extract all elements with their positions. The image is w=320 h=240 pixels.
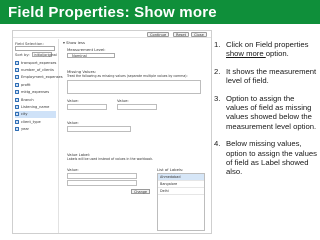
note-text: Click on Field properties show more opti… — [226, 40, 318, 59]
value-label-hint: Labels will be used instead of values in… — [67, 157, 154, 161]
field-name: client_type — [21, 119, 41, 124]
field-properties-screenshot: Continue Reset Close Field Selection: So… — [12, 30, 212, 234]
note-item: 4. Below missing values, option to assig… — [214, 139, 318, 177]
field-icon — [15, 112, 19, 117]
note-text-part: Click on Field properties — [226, 40, 309, 49]
field-item[interactable]: transport_expenses — [15, 59, 56, 66]
field-item[interactable]: client_type — [15, 118, 56, 125]
properties-panel: ▾ Show less Measurement Level: Nominal M… — [61, 40, 211, 233]
field-name: Branch — [21, 97, 34, 102]
field-name: mktg_expenses — [21, 90, 50, 95]
note-item: 2. It shows the measurement level of fie… — [214, 67, 318, 86]
value-label-1: Value: — [67, 98, 79, 103]
note-number: 3. — [214, 93, 221, 103]
note-item: 1. Click on Field properties show more o… — [214, 40, 318, 59]
field-icon — [15, 75, 19, 80]
value-label-2: Value: — [117, 98, 129, 103]
measurement-level-select[interactable]: Nominal — [67, 53, 115, 58]
dialog-toolbar: Continue Reset Close — [13, 31, 211, 38]
note-item: 3. Option to assign the values of field … — [214, 94, 318, 132]
note-text: It shows the measurement level of field. — [226, 66, 317, 86]
values-label: Value: — [67, 120, 79, 125]
instruction-notes: 1. Click on Field properties show more o… — [214, 40, 318, 185]
show-less-link[interactable]: ▾ Show less — [63, 40, 85, 45]
reset-button[interactable]: Reset — [173, 32, 190, 37]
field-name: profit — [21, 82, 31, 87]
field-search-input[interactable] — [15, 46, 55, 51]
field-icon — [15, 68, 19, 73]
field-name: Listening_name — [21, 105, 50, 110]
missing-values-hint: Treat the following as missing values (s… — [67, 74, 188, 78]
note-number: 2. — [214, 66, 221, 76]
note-text-part: option. — [265, 49, 289, 59]
field-icon — [15, 82, 19, 87]
label-list-item[interactable]: Delhi — [158, 188, 204, 195]
sort-by-label: Sort by: — [15, 52, 30, 57]
note-number: 4. — [214, 139, 221, 149]
change-button[interactable]: Change — [131, 189, 150, 194]
show-more-link-text: show more — [226, 49, 266, 59]
field-item[interactable]: year — [15, 126, 56, 133]
field-name: year — [21, 127, 30, 132]
sort-by-select[interactable]: initial/original — [31, 52, 57, 57]
note-text: Option to assign the values of field as … — [226, 93, 317, 131]
missing-values-input[interactable] — [67, 80, 201, 94]
measurement-level-label: Measurement Level: — [67, 47, 106, 52]
label-list-item[interactable]: Bangalore — [158, 181, 204, 188]
label-list-item[interactable]: Ahmedabad — [158, 174, 204, 181]
show-less-label: Show less — [66, 40, 85, 45]
field-name: city — [21, 112, 28, 117]
field-name: number_of_clients — [21, 68, 54, 73]
field-item[interactable]: Listening_name — [15, 103, 56, 110]
field-icon — [15, 90, 19, 95]
field-item-selected[interactable]: city — [15, 110, 56, 119]
field-icon — [15, 97, 19, 102]
field-icon — [15, 60, 19, 65]
note-number: 1. — [214, 40, 221, 49]
list-of-labels-label: List of Labels: — [157, 167, 184, 172]
note-text: Below missing values, option to assign t… — [226, 139, 318, 177]
values-input[interactable] — [67, 126, 131, 132]
value-to-input[interactable] — [117, 104, 157, 110]
field-item[interactable]: profit — [15, 81, 56, 88]
field-item[interactable]: Employment_expenses — [15, 74, 63, 81]
field-name: transport_expenses — [21, 60, 57, 65]
sort-by-row: Sort by: initial/original — [15, 52, 57, 57]
field-item[interactable]: number_of_clients — [15, 66, 56, 73]
value-from-input[interactable] — [67, 104, 107, 110]
field-icon — [15, 127, 19, 132]
title-bar: Field Properties: Show more — [0, 0, 320, 24]
field-item[interactable]: mktg_expenses — [15, 89, 56, 96]
label-list: Ahmedabad Bangalore Delhi — [157, 173, 205, 231]
field-item[interactable]: Branch — [15, 96, 56, 103]
slide-title: Field Properties: Show more — [8, 3, 217, 21]
label-value-input[interactable] — [67, 173, 137, 179]
continue-button[interactable]: Continue — [147, 32, 170, 37]
label-text-input[interactable] — [67, 180, 137, 186]
close-button[interactable]: Close — [191, 32, 207, 37]
field-name: Employment_expenses — [21, 75, 63, 80]
value-column-label: Value: — [67, 167, 79, 172]
field-list: transport_expenses number_of_clients Emp… — [15, 59, 63, 133]
field-selection-panel: Field Selection: Sort by: initial/origin… — [13, 39, 63, 233]
field-icon — [15, 119, 19, 124]
field-icon — [15, 105, 19, 110]
